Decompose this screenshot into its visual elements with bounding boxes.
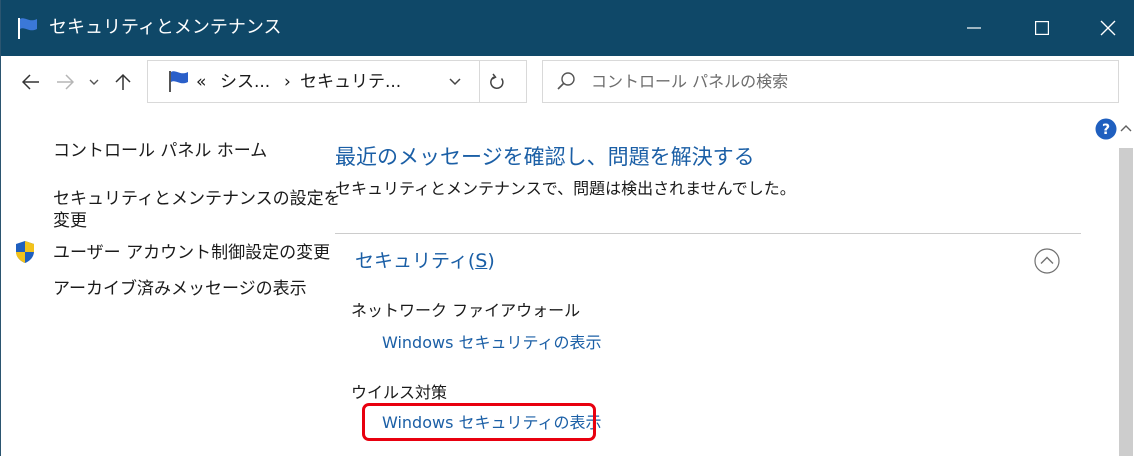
scroll-up-button[interactable] <box>1119 122 1133 136</box>
navigation-bar: « シス... › セキュリテ... コントロール パネルの検索 <box>1 56 1134 108</box>
arrow-right-icon <box>57 74 74 90</box>
change-settings-link-line2[interactable]: 変更 <box>53 209 87 233</box>
arrow-left-icon <box>22 74 39 90</box>
search-placeholder: コントロール パネルの検索 <box>591 72 789 91</box>
chevron-down-icon <box>449 78 461 86</box>
security-section-header[interactable]: セキュリティ(S) <box>355 247 495 275</box>
maximize-button[interactable] <box>1019 0 1065 56</box>
flag-icon <box>18 18 37 39</box>
antivirus-label: ウイルス対策 <box>351 383 448 402</box>
refresh-button[interactable] <box>479 60 514 103</box>
uac-shield-icon <box>16 241 34 263</box>
recent-locations-button[interactable] <box>83 68 105 96</box>
refresh-icon <box>490 73 504 89</box>
breadcrumb-system[interactable]: シス... <box>220 71 270 93</box>
search-icon <box>557 72 575 90</box>
close-icon <box>1100 20 1116 36</box>
status-message: セキュリティとメンテナンスで、問題は検出されませんでした。 <box>335 179 796 198</box>
breadcrumb-separator[interactable]: › <box>284 71 291 93</box>
close-button[interactable] <box>1085 0 1131 56</box>
arrow-up-icon <box>115 73 131 90</box>
chevron-up-icon <box>1040 256 1054 264</box>
page-heading: 最近のメッセージを確認し、問題を解決する <box>335 145 755 169</box>
address-dropdown-button[interactable] <box>444 71 466 93</box>
search-input[interactable]: コントロール パネルの検索 <box>542 60 1119 103</box>
back-button[interactable] <box>17 68 45 96</box>
collapse-section-button[interactable] <box>1033 247 1061 275</box>
minimize-icon <box>967 27 981 29</box>
window-title: セキュリティとメンテナンス <box>49 17 282 38</box>
security-accesskey: S <box>475 250 488 272</box>
uac-settings-link[interactable]: ユーザー アカウント制御設定の変更 <box>53 241 330 265</box>
minimize-button[interactable] <box>951 0 997 56</box>
section-divider <box>335 233 1081 234</box>
title-bar[interactable]: セキュリティとメンテナンス <box>1 0 1134 56</box>
firewall-label: ネットワーク ファイアウォール <box>351 301 581 320</box>
breadcrumb-security[interactable]: セキュリテ... <box>300 71 401 93</box>
control-panel-window: セキュリティとメンテナンス « シス... › セキュリテ... コントロール … <box>0 0 1134 456</box>
breadcrumb-overflow[interactable]: « <box>196 71 206 93</box>
highlight-annotation <box>362 403 596 441</box>
up-button[interactable] <box>109 68 137 96</box>
scrollbar-thumb[interactable] <box>1119 148 1133 456</box>
help-icon[interactable]: ? <box>1095 118 1117 140</box>
security-title-text: セキュリティ( <box>355 250 476 272</box>
address-bar[interactable]: « シス... › セキュリテ... <box>147 60 527 103</box>
security-title-close: ) <box>487 250 495 272</box>
maximize-icon <box>1035 21 1049 35</box>
forward-button[interactable] <box>51 68 79 96</box>
change-settings-link[interactable]: セキュリティとメンテナンスの設定を <box>53 187 341 211</box>
archived-messages-link[interactable]: アーカイブ済みメッセージの表示 <box>53 277 307 301</box>
firewall-windows-security-link[interactable]: Windows セキュリティの表示 <box>382 331 602 355</box>
svg-text:?: ? <box>1102 122 1110 138</box>
chevron-up-icon <box>1120 125 1132 132</box>
chevron-down-icon <box>89 79 99 85</box>
flag-icon <box>169 71 188 92</box>
control-panel-home-link[interactable]: コントロール パネル ホーム <box>53 139 267 163</box>
